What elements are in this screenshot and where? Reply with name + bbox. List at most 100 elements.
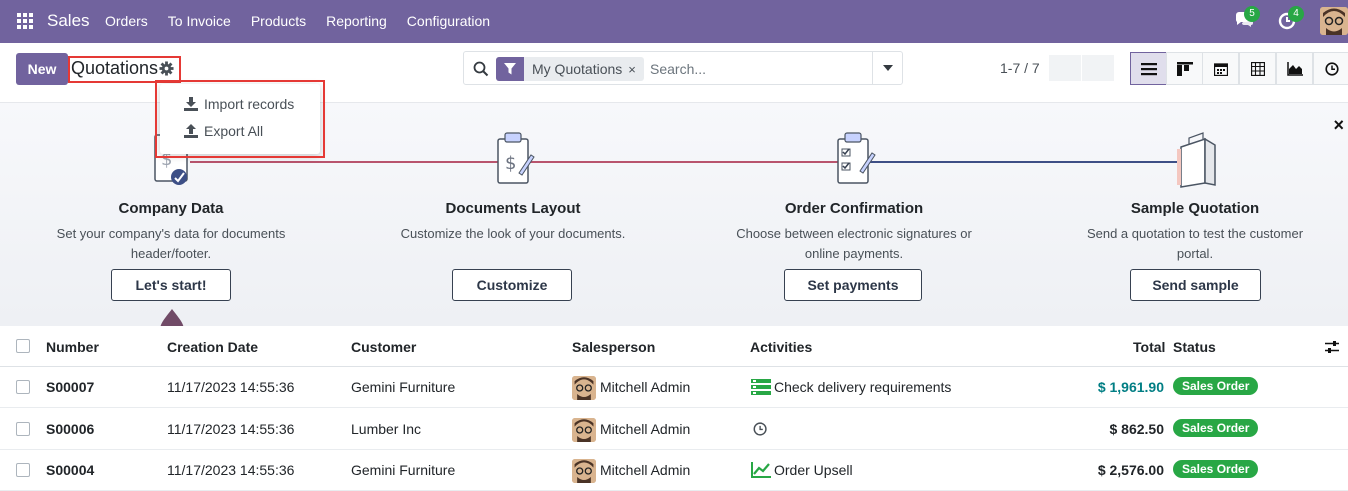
todo-list-icon[interactable] — [751, 379, 771, 395]
menu-orders[interactable]: Orders — [95, 0, 158, 43]
filter-icon — [496, 57, 524, 81]
cell-activity[interactable]: Check delivery requirements — [774, 379, 951, 395]
graph-view-button[interactable] — [1276, 52, 1313, 85]
caret-down-icon — [882, 65, 893, 71]
status-badge: Sales Order — [1173, 460, 1259, 478]
column-header-status[interactable]: Status — [1173, 339, 1216, 355]
activities-count-badge: 4 — [1288, 6, 1304, 22]
table-row[interactable]: S00004 11/17/2023 14:55:36 Gemini Furnit… — [0, 450, 1348, 491]
column-header-customer[interactable]: Customer — [351, 339, 416, 355]
pivot-view-button[interactable] — [1239, 52, 1276, 85]
table-row[interactable]: S00006 11/17/2023 14:55:36 Lumber Inc Mi… — [0, 409, 1348, 450]
status-badge: Sales Order — [1173, 377, 1259, 395]
cell-customer: Lumber Inc — [351, 421, 422, 437]
pivot-view-icon — [1250, 61, 1265, 76]
kanban-view-button[interactable] — [1166, 52, 1203, 85]
user-avatar-face-icon — [1320, 7, 1348, 35]
cell-number: S00006 — [46, 421, 95, 437]
calendar-view-button[interactable] — [1202, 52, 1239, 85]
messaging-button[interactable]: 5 — [1234, 6, 1260, 30]
pager-next-button[interactable] — [1082, 55, 1114, 81]
step-description: Send a quotation to test the customer po… — [1086, 226, 1304, 261]
user-avatar[interactable] — [1320, 7, 1348, 35]
set-payments-button[interactable]: Set payments — [784, 269, 922, 301]
salesperson-avatar — [572, 459, 596, 483]
activity-view-icon — [1324, 61, 1339, 76]
graph-view-icon — [1286, 61, 1303, 76]
step-documents-layout: $ Documents Layout Customize the look of… — [363, 103, 663, 327]
cell-customer: Gemini Furniture — [351, 379, 456, 395]
step-description: Set your company's data for documents he… — [56, 226, 286, 261]
app-menu-grid-icon[interactable] — [16, 12, 34, 30]
list-view-button[interactable] — [1130, 52, 1167, 85]
activities-button[interactable]: 4 — [1278, 6, 1304, 30]
upsell-chart-icon[interactable] — [751, 462, 771, 478]
cell-number: S00007 — [46, 379, 95, 395]
list-view-icon — [1140, 62, 1157, 75]
sample-quotation-icon — [1177, 132, 1216, 188]
step-title: Order Confirmation — [784, 200, 924, 217]
cell-salesperson: Mitchell Admin — [600, 462, 691, 478]
svg-text:$: $ — [505, 153, 516, 174]
send-sample-button[interactable]: Send sample — [1130, 269, 1261, 301]
menu-to-invoice[interactable]: To Invoice — [158, 0, 241, 43]
pager-previous-button[interactable] — [1049, 55, 1081, 81]
dropdown-highlight-box — [155, 80, 325, 158]
optional-columns-sliders-icon[interactable] — [1324, 339, 1340, 355]
column-header-salesperson[interactable]: Salesperson — [572, 339, 655, 355]
activity-view-button[interactable] — [1313, 52, 1348, 85]
column-header-activities[interactable]: Activities — [750, 339, 812, 355]
column-header-creation-date[interactable]: Creation Date — [167, 339, 258, 355]
menu-configuration[interactable]: Configuration — [397, 0, 500, 43]
step-description: Choose between electronic signatures or … — [736, 226, 972, 261]
search-icon[interactable] — [473, 61, 489, 77]
remove-facet-icon[interactable]: × — [628, 62, 644, 77]
salesperson-avatar — [572, 376, 596, 400]
select-all-checkbox[interactable] — [16, 339, 30, 353]
cell-creation-date: 11/17/2023 14:55:36 — [167, 421, 295, 437]
facet-label: My Quotations — [532, 61, 623, 77]
column-header-total[interactable]: Total — [1133, 339, 1165, 355]
step-title: Documents Layout — [445, 200, 581, 217]
cell-number: S00004 — [46, 462, 95, 478]
top-navbar: Sales Orders To Invoice Products Reporti… — [0, 0, 1348, 43]
lets-start-button[interactable]: Let's start! — [111, 269, 231, 301]
search-facet: My Quotations × — [496, 57, 644, 81]
cell-salesperson: Mitchell Admin — [600, 421, 691, 437]
app-brand[interactable]: Sales — [47, 11, 90, 31]
cell-creation-date: 11/17/2023 14:55:36 — [167, 462, 295, 478]
page-title: Quotations — [71, 58, 159, 78]
cell-total[interactable]: $ 1,961.90 — [1098, 379, 1164, 395]
cell-activity[interactable]: Order Upsell — [774, 462, 853, 478]
pager-value[interactable]: 1-7 / 7 — [1000, 60, 1040, 76]
cell-customer: Gemini Furniture — [351, 462, 456, 478]
document-layout-icon: $ — [497, 132, 535, 184]
row-checkbox[interactable] — [16, 422, 30, 436]
column-header-number[interactable]: Number — [46, 339, 99, 355]
messages-count-badge: 5 — [1244, 6, 1260, 22]
customize-button[interactable]: Customize — [452, 269, 572, 301]
salesperson-avatar — [572, 418, 596, 442]
menu-reporting[interactable]: Reporting — [316, 0, 397, 43]
row-checkbox[interactable] — [16, 463, 30, 477]
list-header: Number Creation Date Customer Salesperso… — [0, 326, 1348, 367]
gear-icon[interactable] — [159, 61, 174, 76]
cell-creation-date: 11/17/2023 14:55:36 — [167, 379, 295, 395]
cell-total: $ 2,576.00 — [1097, 462, 1164, 478]
new-button[interactable]: New — [16, 53, 68, 85]
cell-total: $ 862.50 — [1109, 421, 1165, 437]
step-order-confirmation: Order Confirmation Choose between electr… — [704, 103, 1004, 327]
search-bar: My Quotations × — [463, 51, 903, 85]
calendar-view-icon — [1213, 62, 1228, 76]
clock-icon[interactable] — [752, 421, 770, 437]
search-input[interactable] — [650, 57, 870, 81]
step-title: Company Data — [118, 200, 224, 217]
step-sample-quotation: Sample Quotation Send a quotation to tes… — [1045, 103, 1345, 327]
table-row[interactable]: S00007 11/17/2023 14:55:36 Gemini Furnit… — [0, 367, 1348, 408]
row-checkbox[interactable] — [16, 380, 30, 394]
step-title: Sample Quotation — [1130, 200, 1260, 217]
search-options-toggle[interactable] — [872, 52, 902, 84]
cell-salesperson: Mitchell Admin — [600, 379, 691, 395]
checklist-icon — [837, 132, 876, 184]
menu-products[interactable]: Products — [241, 0, 316, 43]
